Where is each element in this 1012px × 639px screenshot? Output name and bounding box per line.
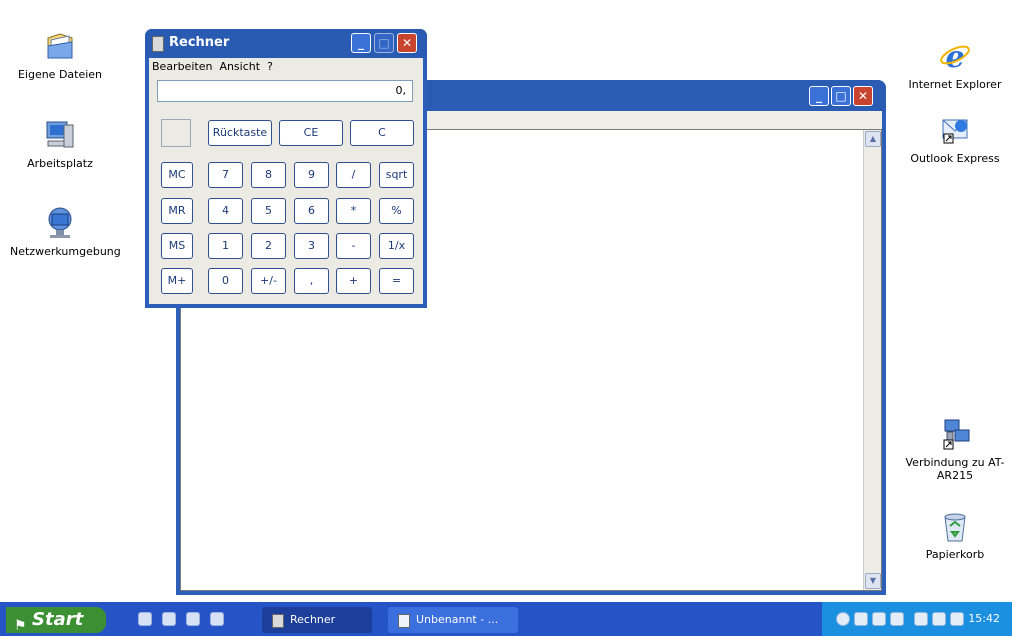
start-label: Start	[32, 609, 84, 630]
tray-network-icon[interactable]	[854, 612, 868, 626]
desktop-icon-label: Verbindung zu AT-AR215	[905, 456, 1005, 482]
taskbar-item-notepad[interactable]: Unbenannt - ...	[388, 607, 518, 633]
divide-button[interactable]: /	[336, 162, 371, 188]
quick-launch-media-icon[interactable]	[210, 612, 224, 626]
desktop-icon-recycle-bin[interactable]: Papierkorb	[905, 508, 1005, 561]
quick-launch-outlook-icon[interactable]	[186, 612, 200, 626]
desktop-icon-my-computer[interactable]: Arbeitsplatz	[10, 117, 110, 170]
menu-bearbeiten[interactable]: Bearbeiten	[149, 58, 216, 73]
digit-1-button[interactable]: 1	[208, 233, 243, 259]
desktop-icon-label: Arbeitsplatz	[27, 157, 93, 170]
notepad-app-icon	[398, 614, 410, 628]
show-desktop-icon[interactable]	[138, 612, 152, 626]
desktop: Eigene Dateien Arbeitsplatz Netzwerkumge…	[0, 0, 1012, 600]
taskbar-item-rechner[interactable]: Rechner	[262, 607, 372, 633]
digit-5-button[interactable]: 5	[251, 198, 286, 224]
menu-help[interactable]: ?	[264, 58, 277, 73]
calculator-titlebar[interactable]: Rechner _ □ ✕	[145, 29, 427, 58]
tray-arrow-icon[interactable]	[914, 612, 928, 626]
multiply-button[interactable]: *	[336, 198, 371, 224]
taskbar-item-label: Rechner	[290, 613, 336, 626]
tray-connection-icon[interactable]	[950, 612, 964, 626]
desktop-icon-network-places[interactable]: Netzwerkumgebung	[10, 205, 121, 258]
calculator-display: 0,	[157, 80, 413, 102]
my-documents-icon	[47, 33, 73, 59]
subtract-button[interactable]: -	[336, 233, 371, 259]
digit-2-button[interactable]: 2	[251, 233, 286, 259]
calculator-body: Bearbeiten Ansicht? 0, Rücktaste CE C MC …	[149, 58, 423, 304]
sqrt-button[interactable]: sqrt	[379, 162, 414, 188]
clear-entry-button[interactable]: CE	[279, 120, 343, 146]
taskbar-item-label: Unbenannt - ...	[416, 613, 499, 626]
menu-ansicht[interactable]: Ansicht	[216, 58, 264, 73]
tray-security-icon[interactable]	[932, 612, 946, 626]
close-button[interactable]: ✕	[853, 86, 873, 106]
memory-clear-button[interactable]: MC	[161, 162, 193, 188]
calculator-window[interactable]: Rechner _ □ ✕ Bearbeiten Ansicht? 0, Rück…	[145, 29, 427, 308]
recycle-bin-icon	[944, 513, 966, 542]
decimal-button[interactable]: ,	[294, 268, 329, 294]
scroll-down-icon[interactable]: ▼	[865, 573, 881, 589]
add-button[interactable]: +	[336, 268, 371, 294]
calculator-app-icon	[152, 36, 164, 52]
tray-volume-icon[interactable]	[890, 612, 904, 626]
system-tray: 15:42	[822, 602, 1012, 636]
minimize-button[interactable]: _	[809, 86, 829, 106]
my-computer-icon	[46, 121, 74, 148]
taskbar: ⚑ Start Rechner Unbenannt - ... 15:42	[0, 602, 1012, 636]
desktop-icon-label: Papierkorb	[925, 548, 985, 561]
desktop-icon-label: Eigene Dateien	[17, 68, 103, 81]
digit-7-button[interactable]: 7	[208, 162, 243, 188]
memory-indicator	[161, 119, 191, 147]
digit-9-button[interactable]: 9	[294, 162, 329, 188]
window-title: Rechner	[169, 35, 230, 50]
clock[interactable]: 15:42	[968, 612, 1000, 625]
calculator-menubar: Bearbeiten Ansicht?	[149, 58, 423, 76]
desktop-icon-label: Outlook Express	[910, 152, 1000, 165]
clear-button[interactable]: C	[350, 120, 414, 146]
memory-store-button[interactable]: MS	[161, 233, 193, 259]
network-places-icon	[48, 207, 72, 238]
desktop-icon-label: Internet Explorer	[908, 78, 1002, 91]
start-button[interactable]: ⚑ Start	[6, 607, 106, 634]
memory-recall-button[interactable]: MR	[161, 198, 193, 224]
memory-add-button[interactable]: M+	[161, 268, 193, 294]
tray-monitor-icon[interactable]	[872, 612, 886, 626]
scroll-up-icon[interactable]: ▲	[865, 131, 881, 147]
network-connection-icon	[943, 419, 970, 450]
desktop-icon-outlook-express[interactable]: Outlook Express	[905, 112, 1005, 165]
maximize-button: □	[374, 33, 394, 53]
digit-4-button[interactable]: 4	[208, 198, 243, 224]
tray-expand-icon[interactable]	[836, 612, 850, 626]
maximize-button[interactable]: □	[831, 86, 851, 106]
desktop-icon-internet-explorer[interactable]: e Internet Explorer	[905, 38, 1005, 91]
equals-button[interactable]: =	[379, 268, 414, 294]
reciprocal-button[interactable]: 1/x	[379, 233, 414, 259]
close-button[interactable]: ✕	[397, 33, 417, 53]
desktop-icon-network-connection[interactable]: Verbindung zu AT-AR215	[905, 416, 1005, 482]
backspace-button[interactable]: Rücktaste	[208, 120, 272, 146]
digit-8-button[interactable]: 8	[251, 162, 286, 188]
desktop-icon-label: Netzwerkumgebung	[10, 245, 121, 258]
digit-0-button[interactable]: 0	[208, 268, 243, 294]
internet-explorer-icon: e	[940, 40, 970, 74]
sign-toggle-button[interactable]: +/-	[251, 268, 286, 294]
windows-logo-icon: ⚑	[14, 618, 27, 634]
minimize-button[interactable]: _	[351, 33, 371, 53]
calculator-app-icon	[272, 614, 284, 628]
vertical-scrollbar[interactable]: ▲ ▼	[863, 130, 881, 590]
digit-3-button[interactable]: 3	[294, 233, 329, 259]
outlook-express-icon	[942, 119, 968, 144]
digit-6-button[interactable]: 6	[294, 198, 329, 224]
desktop-icon-my-documents[interactable]: Eigene Dateien	[10, 28, 110, 81]
percent-button[interactable]: %	[379, 198, 414, 224]
quick-launch-ie-icon[interactable]	[162, 612, 176, 626]
